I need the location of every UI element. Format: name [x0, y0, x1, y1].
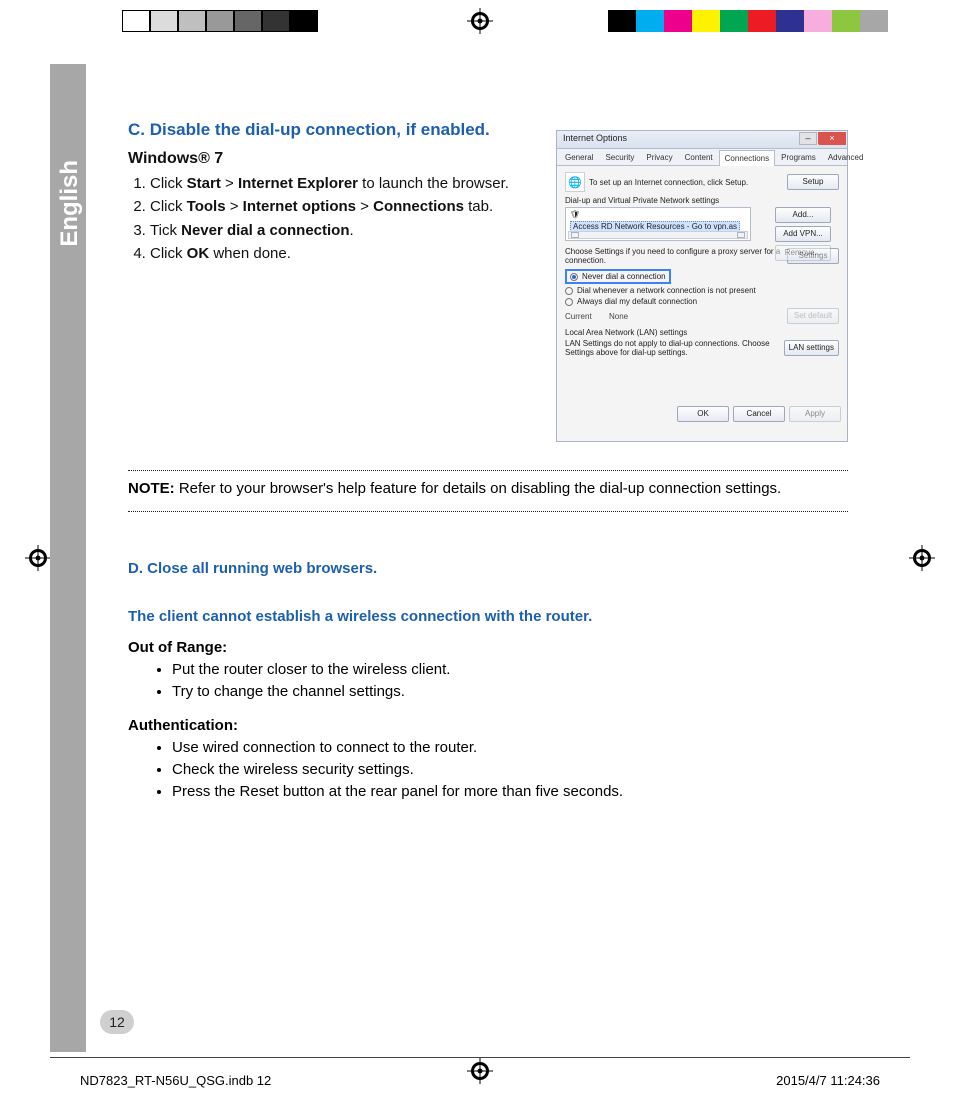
- tab-general[interactable]: General: [559, 149, 599, 165]
- lan-settings-button[interactable]: LAN settings: [784, 340, 839, 356]
- lan-settings-text: LAN Settings do not apply to dial-up con…: [565, 339, 780, 357]
- windows-7-label: Windows® 7: [128, 150, 542, 168]
- set-default-button[interactable]: Set default: [787, 308, 839, 324]
- color-swatch: [664, 10, 692, 32]
- remove-button[interactable]: Remove...: [775, 245, 831, 261]
- steps-list: Click Start > Internet Explorer to launc…: [128, 174, 542, 264]
- color-swatch: [122, 10, 150, 32]
- step-2: Click Tools > Internet options > Connect…: [150, 197, 542, 217]
- tab-connections[interactable]: Connections: [719, 150, 775, 166]
- never-dial-highlight: Never dial a connection: [565, 269, 671, 284]
- dialup-listbox[interactable]: 🛡 Access RD Network Resources - Go to vp…: [565, 207, 751, 241]
- list-item: Try to change the channel settings.: [172, 682, 848, 702]
- color-swatch: [636, 10, 664, 32]
- color-swatch: [692, 10, 720, 32]
- minimize-button[interactable]: –: [799, 132, 817, 145]
- color-swatch: [748, 10, 776, 32]
- color-swatch: [206, 10, 234, 32]
- current-value: None: [609, 312, 783, 321]
- add-vpn-button[interactable]: Add VPN...: [775, 226, 831, 242]
- section-c-title: C. Disable the dial-up connection, if en…: [128, 120, 542, 140]
- add-button[interactable]: Add...: [775, 207, 831, 223]
- color-swatch: [150, 10, 178, 32]
- dialog-titlebar: Internet Options – ×: [557, 131, 847, 149]
- dialog-body: 🌐 To set up an Internet connection, clic…: [557, 166, 847, 426]
- dialup-group-label: Dial-up and Virtual Private Network sett…: [565, 196, 839, 205]
- color-swatch: [262, 10, 290, 32]
- color-swatch: [804, 10, 832, 32]
- printer-color-bar-left: [122, 10, 318, 32]
- tab-security[interactable]: Security: [599, 149, 640, 165]
- radio-not-present-label: Dial whenever a network connection is no…: [577, 286, 756, 295]
- cancel-button[interactable]: Cancel: [733, 406, 785, 422]
- color-swatch: [608, 10, 636, 32]
- color-swatch: [234, 10, 262, 32]
- section-d-title: D. Close all running web browsers.: [128, 560, 848, 577]
- page-number: 12: [100, 1010, 134, 1034]
- note-box: NOTE: Refer to your browser's help featu…: [128, 470, 848, 512]
- globe-icon: 🌐: [565, 172, 585, 192]
- radio-never-label: Never dial a connection: [582, 272, 666, 281]
- footer-rule: [50, 1057, 910, 1058]
- ok-button[interactable]: OK: [677, 406, 729, 422]
- setup-button[interactable]: Setup: [787, 174, 839, 190]
- registration-mark-left: [25, 545, 51, 571]
- internet-options-dialog: Internet Options – × GeneralSecurityPriv…: [556, 130, 848, 442]
- authentication-list: Use wired connection to connect to the r…: [128, 738, 848, 803]
- color-swatch: [860, 10, 888, 32]
- list-item: Check the wireless security settings.: [172, 760, 848, 780]
- color-swatch: [832, 10, 860, 32]
- setup-text: To set up an Internet connection, click …: [589, 178, 783, 187]
- dialog-title: Internet Options: [563, 133, 627, 143]
- section-c: C. Disable the dial-up connection, if en…: [128, 120, 542, 267]
- out-of-range-list: Put the router closer to the wireless cl…: [128, 660, 848, 703]
- out-of-range-label: Out of Range:: [128, 639, 848, 656]
- dialog-tabs: GeneralSecurityPrivacyContentConnections…: [557, 149, 847, 166]
- step-4: Click OK when done.: [150, 244, 542, 264]
- chevron-right-icon[interactable]: [737, 232, 745, 238]
- list-item: Press the Reset button at the rear panel…: [172, 782, 848, 802]
- radio-always-dial[interactable]: Always dial my default connection: [565, 297, 839, 306]
- registration-mark-right: [909, 545, 935, 571]
- tab-advanced[interactable]: Advanced: [822, 149, 870, 165]
- tab-privacy[interactable]: Privacy: [640, 149, 678, 165]
- chevron-left-icon[interactable]: [571, 232, 579, 238]
- lan-group-label: Local Area Network (LAN) settings: [565, 328, 839, 337]
- step-3: Tick Never dial a connection.: [150, 221, 542, 241]
- printer-color-bar-right: [608, 10, 888, 32]
- radio-never-dial[interactable]: Never dial a connection: [570, 272, 666, 281]
- tab-programs[interactable]: Programs: [775, 149, 822, 165]
- footer: ND7823_RT-N56U_QSG.indb 12 2015/4/7 11:2…: [80, 1073, 880, 1088]
- color-swatch: [178, 10, 206, 32]
- radio-always-label: Always dial my default connection: [577, 297, 697, 306]
- footer-filename: ND7823_RT-N56U_QSG.indb 12: [80, 1073, 271, 1088]
- step-1: Click Start > Internet Explorer to launc…: [150, 174, 542, 194]
- list-item: Put the router closer to the wireless cl…: [172, 660, 848, 680]
- shield-icon: 🛡: [570, 210, 580, 219]
- close-button[interactable]: ×: [818, 132, 846, 145]
- note-label: NOTE:: [128, 480, 175, 497]
- proxy-settings-text: Choose Settings if you need to configure…: [565, 247, 783, 265]
- footer-timestamp: 2015/4/7 11:24:36: [776, 1073, 880, 1088]
- list-item: Use wired connection to connect to the r…: [172, 738, 848, 758]
- problem-title: The client cannot establish a wireless c…: [128, 608, 848, 625]
- radio-not-present[interactable]: Dial whenever a network connection is no…: [565, 286, 839, 295]
- current-label: Current: [565, 312, 605, 321]
- color-swatch: [290, 10, 318, 32]
- tab-content[interactable]: Content: [679, 149, 719, 165]
- authentication-label: Authentication:: [128, 717, 848, 734]
- lower-content: D. Close all running web browsers. The c…: [128, 560, 848, 816]
- note-text: Refer to your browser's help feature for…: [175, 480, 782, 497]
- registration-mark-top: [467, 8, 493, 34]
- language-label: English: [50, 150, 92, 257]
- color-swatch: [720, 10, 748, 32]
- apply-button[interactable]: Apply: [789, 406, 841, 422]
- color-swatch: [776, 10, 804, 32]
